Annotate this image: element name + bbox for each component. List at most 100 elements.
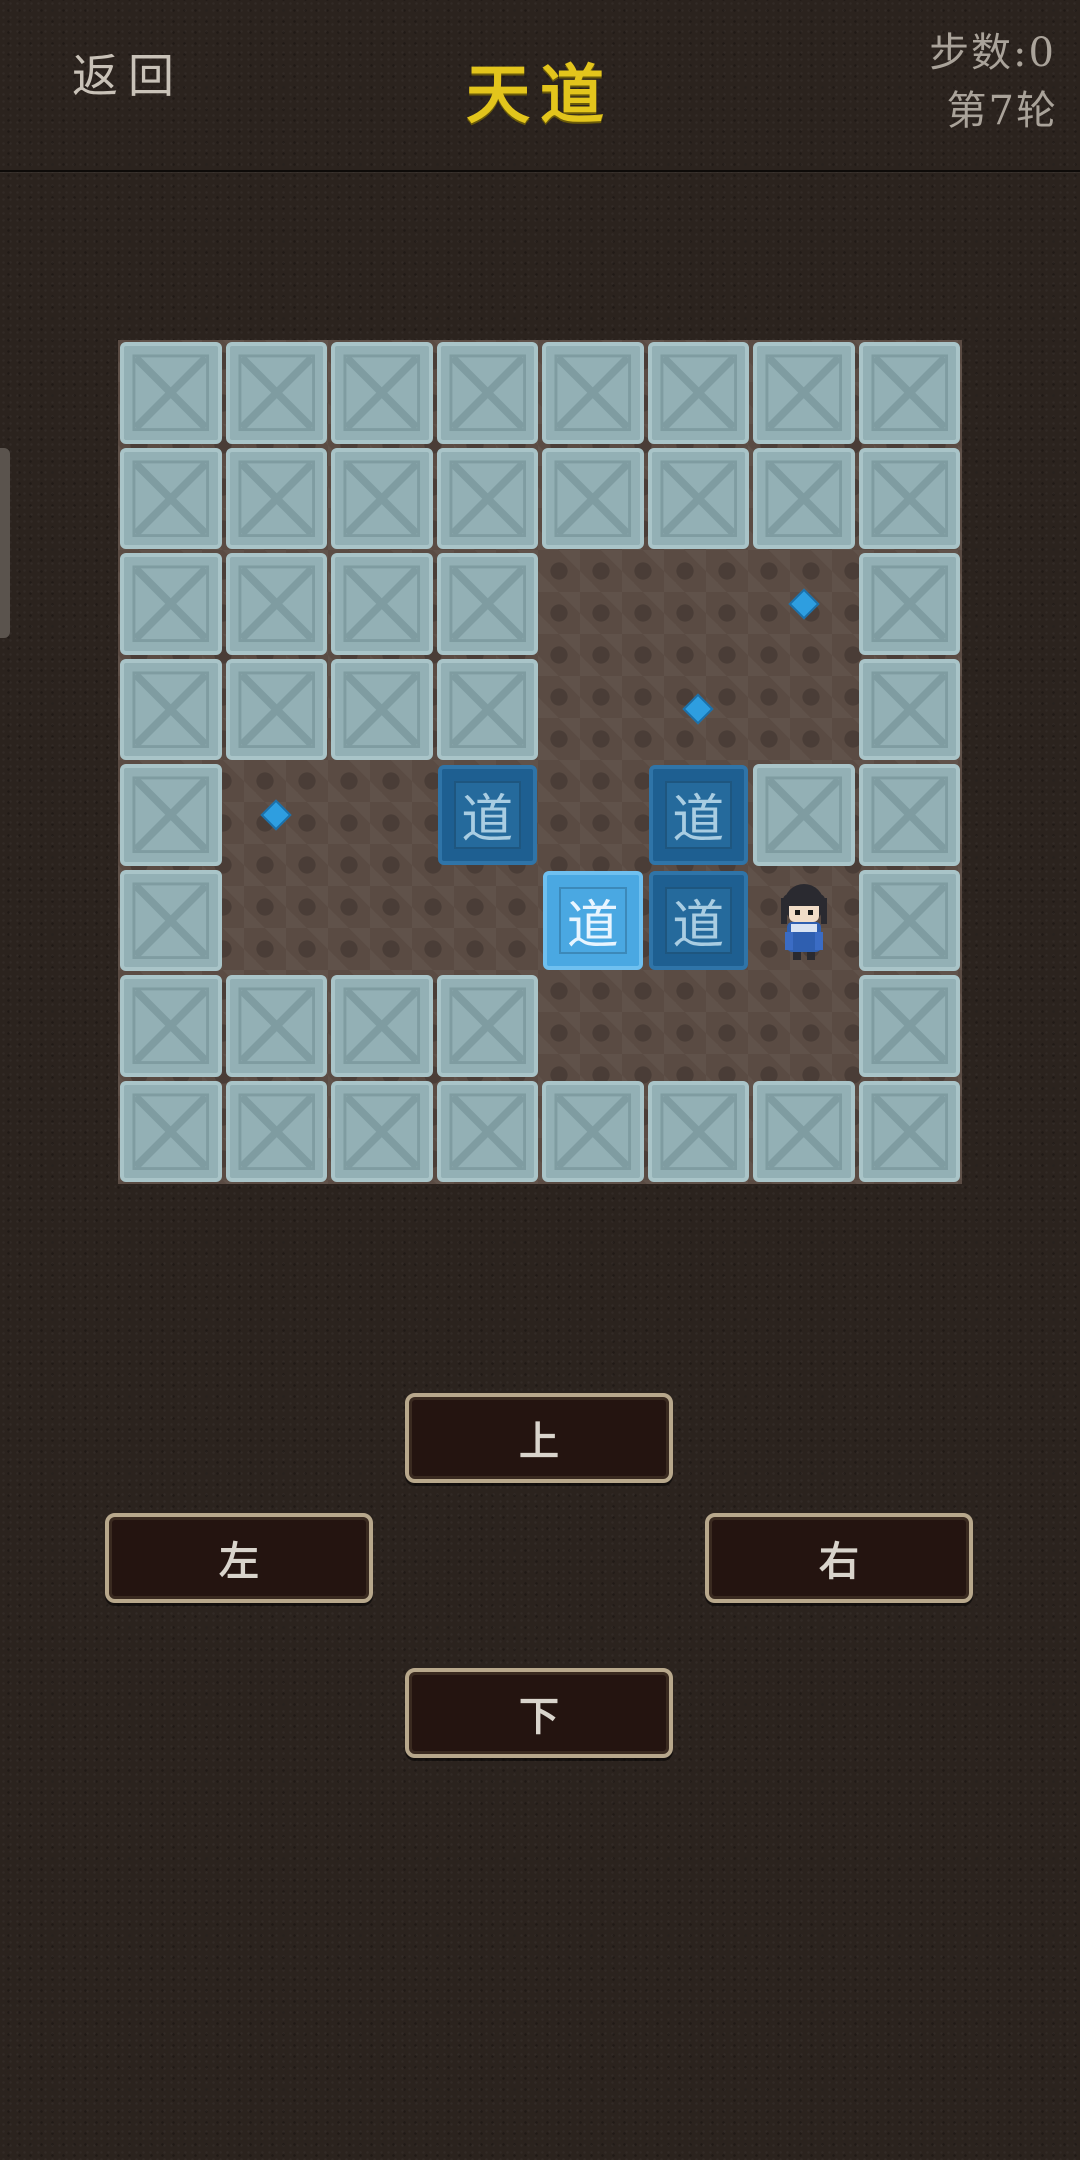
box-label: 道 — [672, 790, 725, 851]
wall-tile — [118, 446, 224, 552]
up-button[interactable]: 上 — [405, 1393, 673, 1483]
crate-wall-icon — [436, 658, 538, 760]
floor-tile — [540, 973, 646, 1079]
wall-tile — [435, 446, 541, 552]
wall-tile — [329, 446, 435, 552]
floor-tile — [751, 973, 857, 1079]
dao-box: 道 — [648, 765, 748, 865]
crate-wall-icon — [120, 342, 222, 444]
crate-wall-icon — [331, 447, 433, 549]
crate-wall-icon — [436, 342, 538, 444]
wall-tile — [118, 1079, 224, 1185]
box-label: 道 — [461, 790, 514, 851]
crate-wall-icon — [225, 1080, 327, 1182]
crate-wall-icon — [331, 975, 433, 1077]
crate-wall-icon — [436, 1080, 538, 1182]
wall-tile — [224, 551, 330, 657]
wall-tile — [329, 551, 435, 657]
wall-tile — [329, 340, 435, 446]
crate-wall-icon — [858, 975, 960, 1077]
crate-wall-icon — [436, 447, 538, 549]
crate-wall-icon — [858, 764, 960, 866]
wall-tile — [435, 973, 541, 1079]
down-button[interactable]: 下 — [405, 1668, 673, 1758]
wall-tile — [329, 973, 435, 1079]
box-on-target-tile: 道 — [540, 868, 646, 974]
floor-tile — [751, 657, 857, 763]
target-diamond-icon — [260, 799, 292, 831]
wall-tile — [857, 762, 963, 868]
wall-tile — [857, 551, 963, 657]
wall-tile — [646, 446, 752, 552]
crate-wall-icon — [753, 342, 855, 444]
wall-tile — [224, 446, 330, 552]
wall-tile — [646, 1079, 752, 1185]
crate-wall-icon — [331, 342, 433, 444]
floor-tile — [646, 551, 752, 657]
crate-wall-icon — [858, 342, 960, 444]
player-tile — [751, 868, 857, 974]
crate-wall-icon — [542, 1080, 644, 1182]
crate-wall-icon — [647, 447, 749, 549]
crate-wall-icon — [120, 975, 222, 1077]
crate-wall-icon — [542, 342, 644, 444]
dao-box: 道 — [437, 765, 537, 865]
crate-wall-icon — [331, 553, 433, 655]
crate-wall-icon — [753, 764, 855, 866]
floor-tile — [646, 973, 752, 1079]
crate-wall-icon — [436, 553, 538, 655]
wall-tile — [751, 762, 857, 868]
crate-wall-icon — [858, 869, 960, 971]
wall-tile — [224, 657, 330, 763]
wall-tile — [857, 973, 963, 1079]
wall-tile — [224, 340, 330, 446]
round-indicator: 第7轮 — [946, 88, 1058, 134]
wall-tile — [329, 1079, 435, 1185]
box-tile: 道 — [435, 762, 541, 868]
floor-tile — [540, 657, 646, 763]
crate-wall-icon — [858, 658, 960, 760]
crate-wall-icon — [542, 447, 644, 549]
floor-tile — [329, 762, 435, 868]
crate-wall-icon — [225, 553, 327, 655]
left-button[interactable]: 左 — [105, 1513, 373, 1603]
page-title: 天道 — [466, 58, 614, 133]
target-diamond-icon — [788, 588, 820, 620]
crate-wall-icon — [225, 658, 327, 760]
dao-box-on-target: 道 — [543, 870, 643, 970]
wall-tile — [857, 446, 963, 552]
wall-tile — [540, 340, 646, 446]
wall-tile — [435, 657, 541, 763]
floor-tile — [540, 762, 646, 868]
wall-tile — [857, 1079, 963, 1185]
right-button[interactable]: 右 — [705, 1513, 973, 1603]
box-tile: 道 — [646, 762, 752, 868]
box-label: 道 — [566, 895, 619, 956]
crate-wall-icon — [647, 342, 749, 444]
wall-tile — [751, 446, 857, 552]
crate-wall-icon — [120, 447, 222, 549]
wall-tile — [646, 340, 752, 446]
target-diamond-icon — [682, 693, 714, 725]
crate-wall-icon — [120, 764, 222, 866]
crate-wall-icon — [858, 1080, 960, 1182]
crate-wall-icon — [436, 975, 538, 1077]
step-counter: 步数:0 — [929, 30, 1056, 76]
crate-wall-icon — [858, 447, 960, 549]
wall-tile — [118, 657, 224, 763]
wall-tile — [751, 1079, 857, 1185]
box-tile: 道 — [646, 868, 752, 974]
wall-tile — [435, 1079, 541, 1185]
side-drawer-handle[interactable] — [0, 448, 10, 638]
wall-tile — [857, 657, 963, 763]
target-tile — [224, 762, 330, 868]
dao-box: 道 — [648, 870, 748, 970]
crate-wall-icon — [753, 447, 855, 549]
crate-wall-icon — [120, 1080, 222, 1182]
game-board: 道道道道 — [118, 340, 962, 1184]
crate-wall-icon — [120, 553, 222, 655]
crate-wall-icon — [858, 553, 960, 655]
crate-wall-icon — [120, 658, 222, 760]
top-bar: 返回 天道 步数:0 第7轮 — [0, 0, 1080, 172]
wall-tile — [857, 868, 963, 974]
